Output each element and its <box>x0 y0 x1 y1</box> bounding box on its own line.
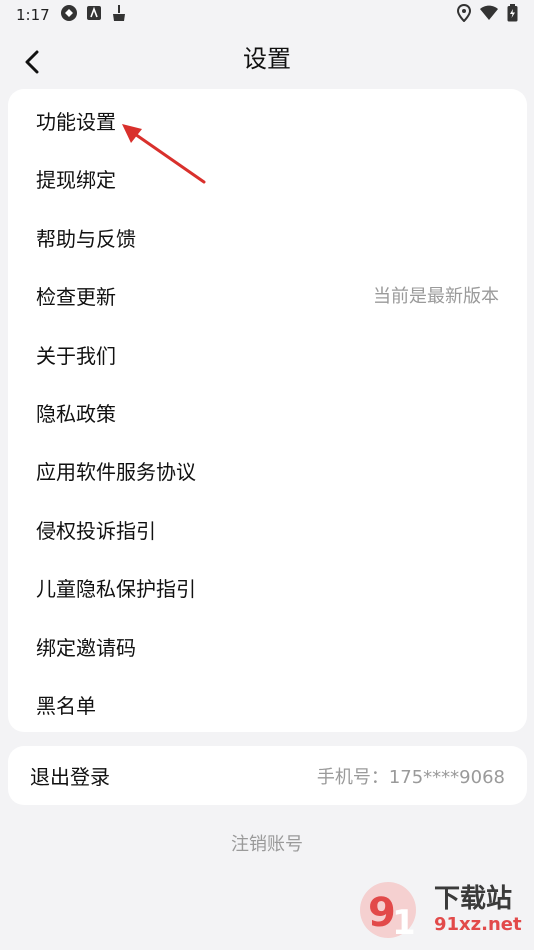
annotation-arrow-icon <box>122 124 206 184</box>
menu-item-label: 黑名单 <box>36 693 96 718</box>
svg-text:1: 1 <box>392 903 416 943</box>
status-time: 1:17 <box>16 6 50 24</box>
text-notification-icon <box>86 5 102 25</box>
watermark-url: 91xz.net <box>434 914 522 935</box>
menu-item-function-settings[interactable]: 功能设置 <box>8 91 527 149</box>
menu-item-label: 提现绑定 <box>36 167 116 192</box>
settings-menu-card: 功能设置 提现绑定 帮助与反馈 检查更新 当前是最新版本 关于我们 隐私政策 应… <box>8 89 527 732</box>
menu-item-label: 应用软件服务协议 <box>36 459 196 484</box>
menu-item-withdraw-binding[interactable]: 提现绑定 <box>8 149 527 207</box>
page-title: 设置 <box>243 45 291 73</box>
app-notification-icon <box>60 4 78 26</box>
battery-icon <box>507 4 518 26</box>
menu-item-label: 绑定邀请码 <box>36 635 136 660</box>
menu-item-label: 关于我们 <box>36 343 116 368</box>
logout-button[interactable]: 退出登录 手机号：175****9068 <box>8 746 527 805</box>
menu-item-label: 检查更新 <box>36 284 116 309</box>
version-status: 当前是最新版本 <box>373 286 499 307</box>
menu-item-check-update[interactable]: 检查更新 当前是最新版本 <box>8 266 527 324</box>
menu-item-about-us[interactable]: 关于我们 <box>8 325 527 383</box>
watermark-emblem-icon: 9 1 <box>360 882 416 943</box>
menu-item-label: 侵权投诉指引 <box>36 518 156 543</box>
menu-item-label: 帮助与反馈 <box>36 226 136 251</box>
cleaner-icon <box>110 4 128 26</box>
menu-item-label: 隐私政策 <box>36 401 116 426</box>
status-bar: 1:17 <box>0 0 534 30</box>
menu-item-service-agreement[interactable]: 应用软件服务协议 <box>8 441 527 499</box>
logout-card: 退出登录 手机号：175****9068 <box>8 746 527 805</box>
menu-item-infringement-guide[interactable]: 侵权投诉指引 <box>8 500 527 558</box>
menu-item-help-feedback[interactable]: 帮助与反馈 <box>8 208 527 266</box>
menu-item-privacy-policy[interactable]: 隐私政策 <box>8 383 527 441</box>
menu-item-blacklist[interactable]: 黑名单 <box>8 675 527 733</box>
menu-item-label: 儿童隐私保护指引 <box>36 576 196 601</box>
phone-number: 手机号：175****9068 <box>316 766 505 788</box>
top-bar: 设置 <box>0 36 534 84</box>
status-right-icons <box>456 3 518 26</box>
wifi-icon <box>479 5 499 25</box>
cancel-account-link[interactable]: 注销账号 <box>0 830 534 856</box>
watermark-logo: 9 1 下载站 91xz.net <box>358 876 528 946</box>
menu-item-bind-invite-code[interactable]: 绑定邀请码 <box>8 617 527 675</box>
location-icon <box>456 3 472 26</box>
logout-label: 退出登录 <box>30 765 110 789</box>
menu-item-child-privacy[interactable]: 儿童隐私保护指引 <box>8 558 527 616</box>
watermark-title: 下载站 <box>434 884 513 914</box>
menu-item-label: 功能设置 <box>36 109 116 134</box>
